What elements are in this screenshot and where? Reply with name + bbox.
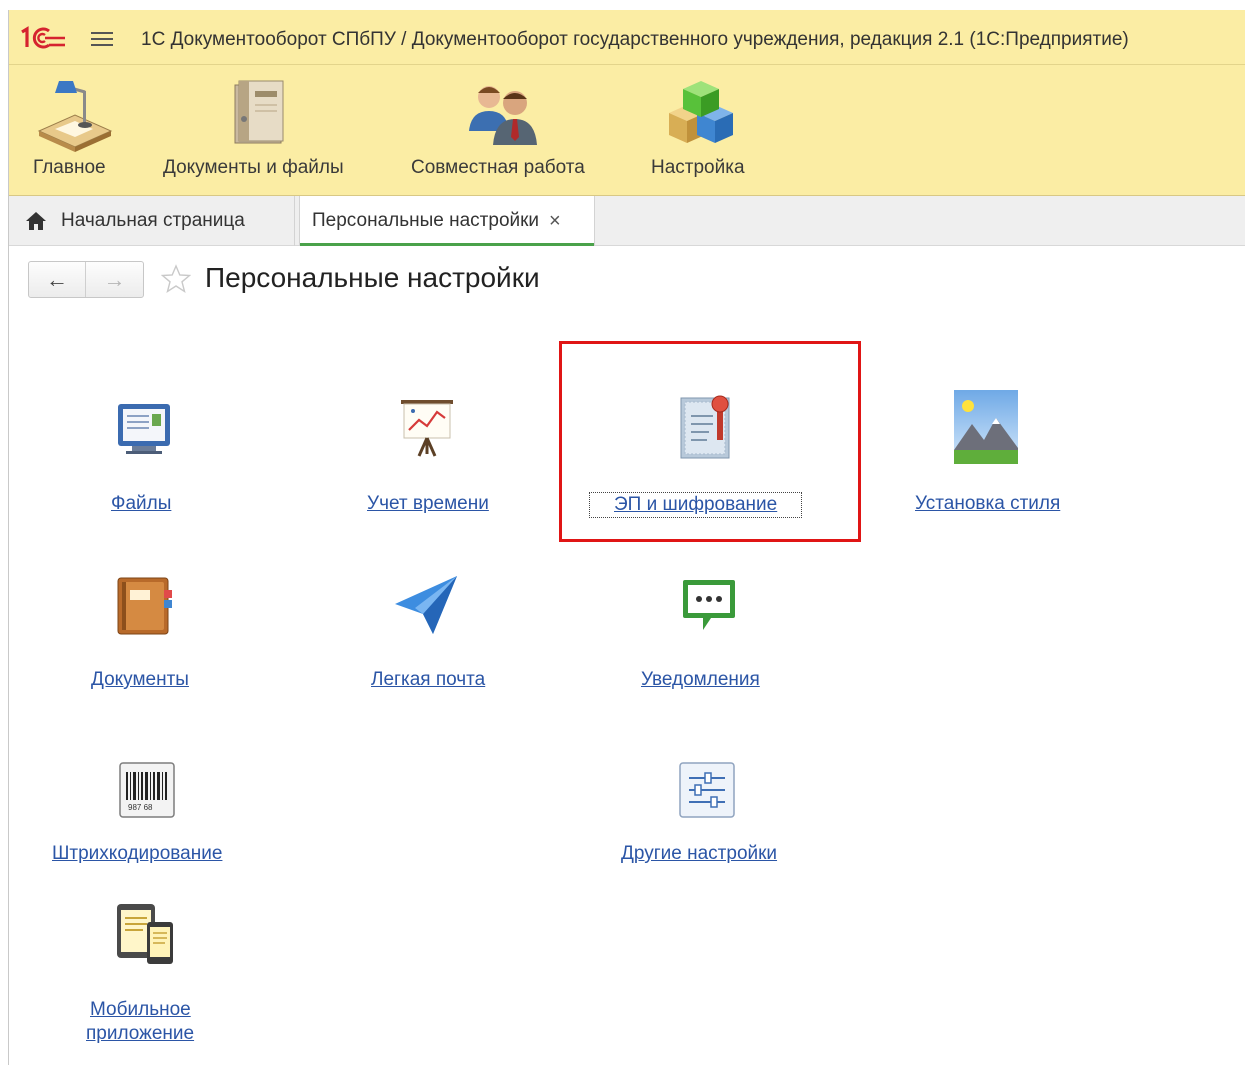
- section-main-label: Главное: [33, 157, 106, 178]
- landscape-picture-icon: [954, 390, 1018, 464]
- section-documents-files[interactable]: Документы и файлы: [159, 65, 374, 196]
- binder-icon: [234, 80, 284, 144]
- item-mobile-app[interactable]: Мобильное приложение: [79, 902, 209, 1044]
- item-barcoding[interactable]: 987 68 Штрихкодирование: [49, 748, 249, 868]
- 1c-logo-icon: [21, 26, 65, 49]
- section-documents-files-label: Документы и файлы: [163, 157, 344, 178]
- section-collaboration-label: Совместная работа: [411, 157, 585, 178]
- section-collaboration[interactable]: Совместная работа: [407, 65, 607, 196]
- main-menu-button[interactable]: [91, 28, 113, 48]
- tab-personal-settings-label: Персональные настройки: [312, 210, 540, 231]
- svg-text:987 68: 987 68: [128, 803, 153, 812]
- item-other-settings-link[interactable]: Другие настройки: [621, 842, 777, 866]
- item-mobile-app-link-line1[interactable]: Мобильное: [90, 998, 191, 1022]
- files-monitor-icon: [118, 404, 170, 454]
- tab-home-label: Начальная страница: [61, 210, 245, 231]
- app-window: 1С Документооборот СПбПУ / Документообор…: [8, 10, 1245, 1065]
- certificate-icon: [680, 395, 730, 459]
- title-bar: 1С Документооборот СПбПУ / Документообор…: [9, 10, 1245, 65]
- home-icon: [26, 212, 46, 230]
- item-style-setting[interactable]: Установка стиля: [899, 390, 1069, 514]
- cubes-icon: [669, 81, 733, 143]
- item-time-tracking[interactable]: Учет времени: [349, 390, 509, 514]
- navigation-buttons: ← →: [28, 261, 144, 298]
- section-settings[interactable]: Настройка: [645, 65, 765, 196]
- tab-home[interactable]: Начальная страница: [9, 196, 295, 246]
- item-style-setting-link[interactable]: Установка стиля: [915, 492, 1060, 516]
- item-light-mail-link[interactable]: Легкая почта: [371, 668, 485, 692]
- item-other-settings[interactable]: Другие настройки: [609, 748, 809, 868]
- item-barcoding-link[interactable]: Штрихкодирование: [52, 842, 222, 866]
- item-signature-encryption-link[interactable]: ЭП и шифрование: [589, 492, 803, 518]
- item-light-mail[interactable]: Легкая почта: [349, 570, 509, 690]
- presentation-chart-icon: [401, 400, 453, 457]
- item-files[interactable]: Файлы: [79, 390, 209, 514]
- barcode-icon: 987 68: [119, 762, 175, 818]
- item-mobile-app-link-line2[interactable]: приложение: [86, 1022, 194, 1046]
- window-title: 1С Документооборот СПбПУ / Документообор…: [141, 29, 1129, 50]
- item-notifications[interactable]: Уведомления: [629, 570, 789, 690]
- item-time-tracking-link[interactable]: Учет времени: [367, 492, 489, 516]
- section-settings-label: Настройка: [651, 157, 745, 178]
- item-documents[interactable]: Документы: [79, 570, 209, 690]
- back-button[interactable]: ←: [29, 262, 87, 297]
- forward-button[interactable]: →: [86, 262, 143, 297]
- people-icon: [469, 86, 537, 145]
- chat-bubble-icon: [683, 580, 735, 630]
- favorite-star-icon[interactable]: [161, 264, 191, 294]
- item-files-link[interactable]: Файлы: [111, 492, 171, 516]
- notebook-icon: [117, 577, 172, 635]
- item-signature-encryption[interactable]: ЭП и шифрование: [589, 390, 829, 518]
- desk-lamp-icon: [37, 81, 113, 152]
- item-notifications-link[interactable]: Уведомления: [641, 668, 760, 692]
- page-title: Персональные настройки: [205, 262, 540, 293]
- item-documents-link[interactable]: Документы: [91, 668, 189, 692]
- sliders-icon: [679, 762, 735, 818]
- mobile-devices-icon: [117, 904, 173, 964]
- tab-close-icon[interactable]: ×: [549, 210, 561, 233]
- section-main[interactable]: Главное: [27, 65, 137, 196]
- tab-personal-settings[interactable]: Персональные настройки ×: [299, 196, 595, 246]
- tab-bar: Начальная страница Персональные настройк…: [9, 196, 1245, 246]
- sections-panel: Главное Документы и файлы Совместная раб…: [9, 65, 1245, 196]
- paper-plane-icon: [395, 576, 457, 634]
- hamburger-icon: [91, 32, 113, 34]
